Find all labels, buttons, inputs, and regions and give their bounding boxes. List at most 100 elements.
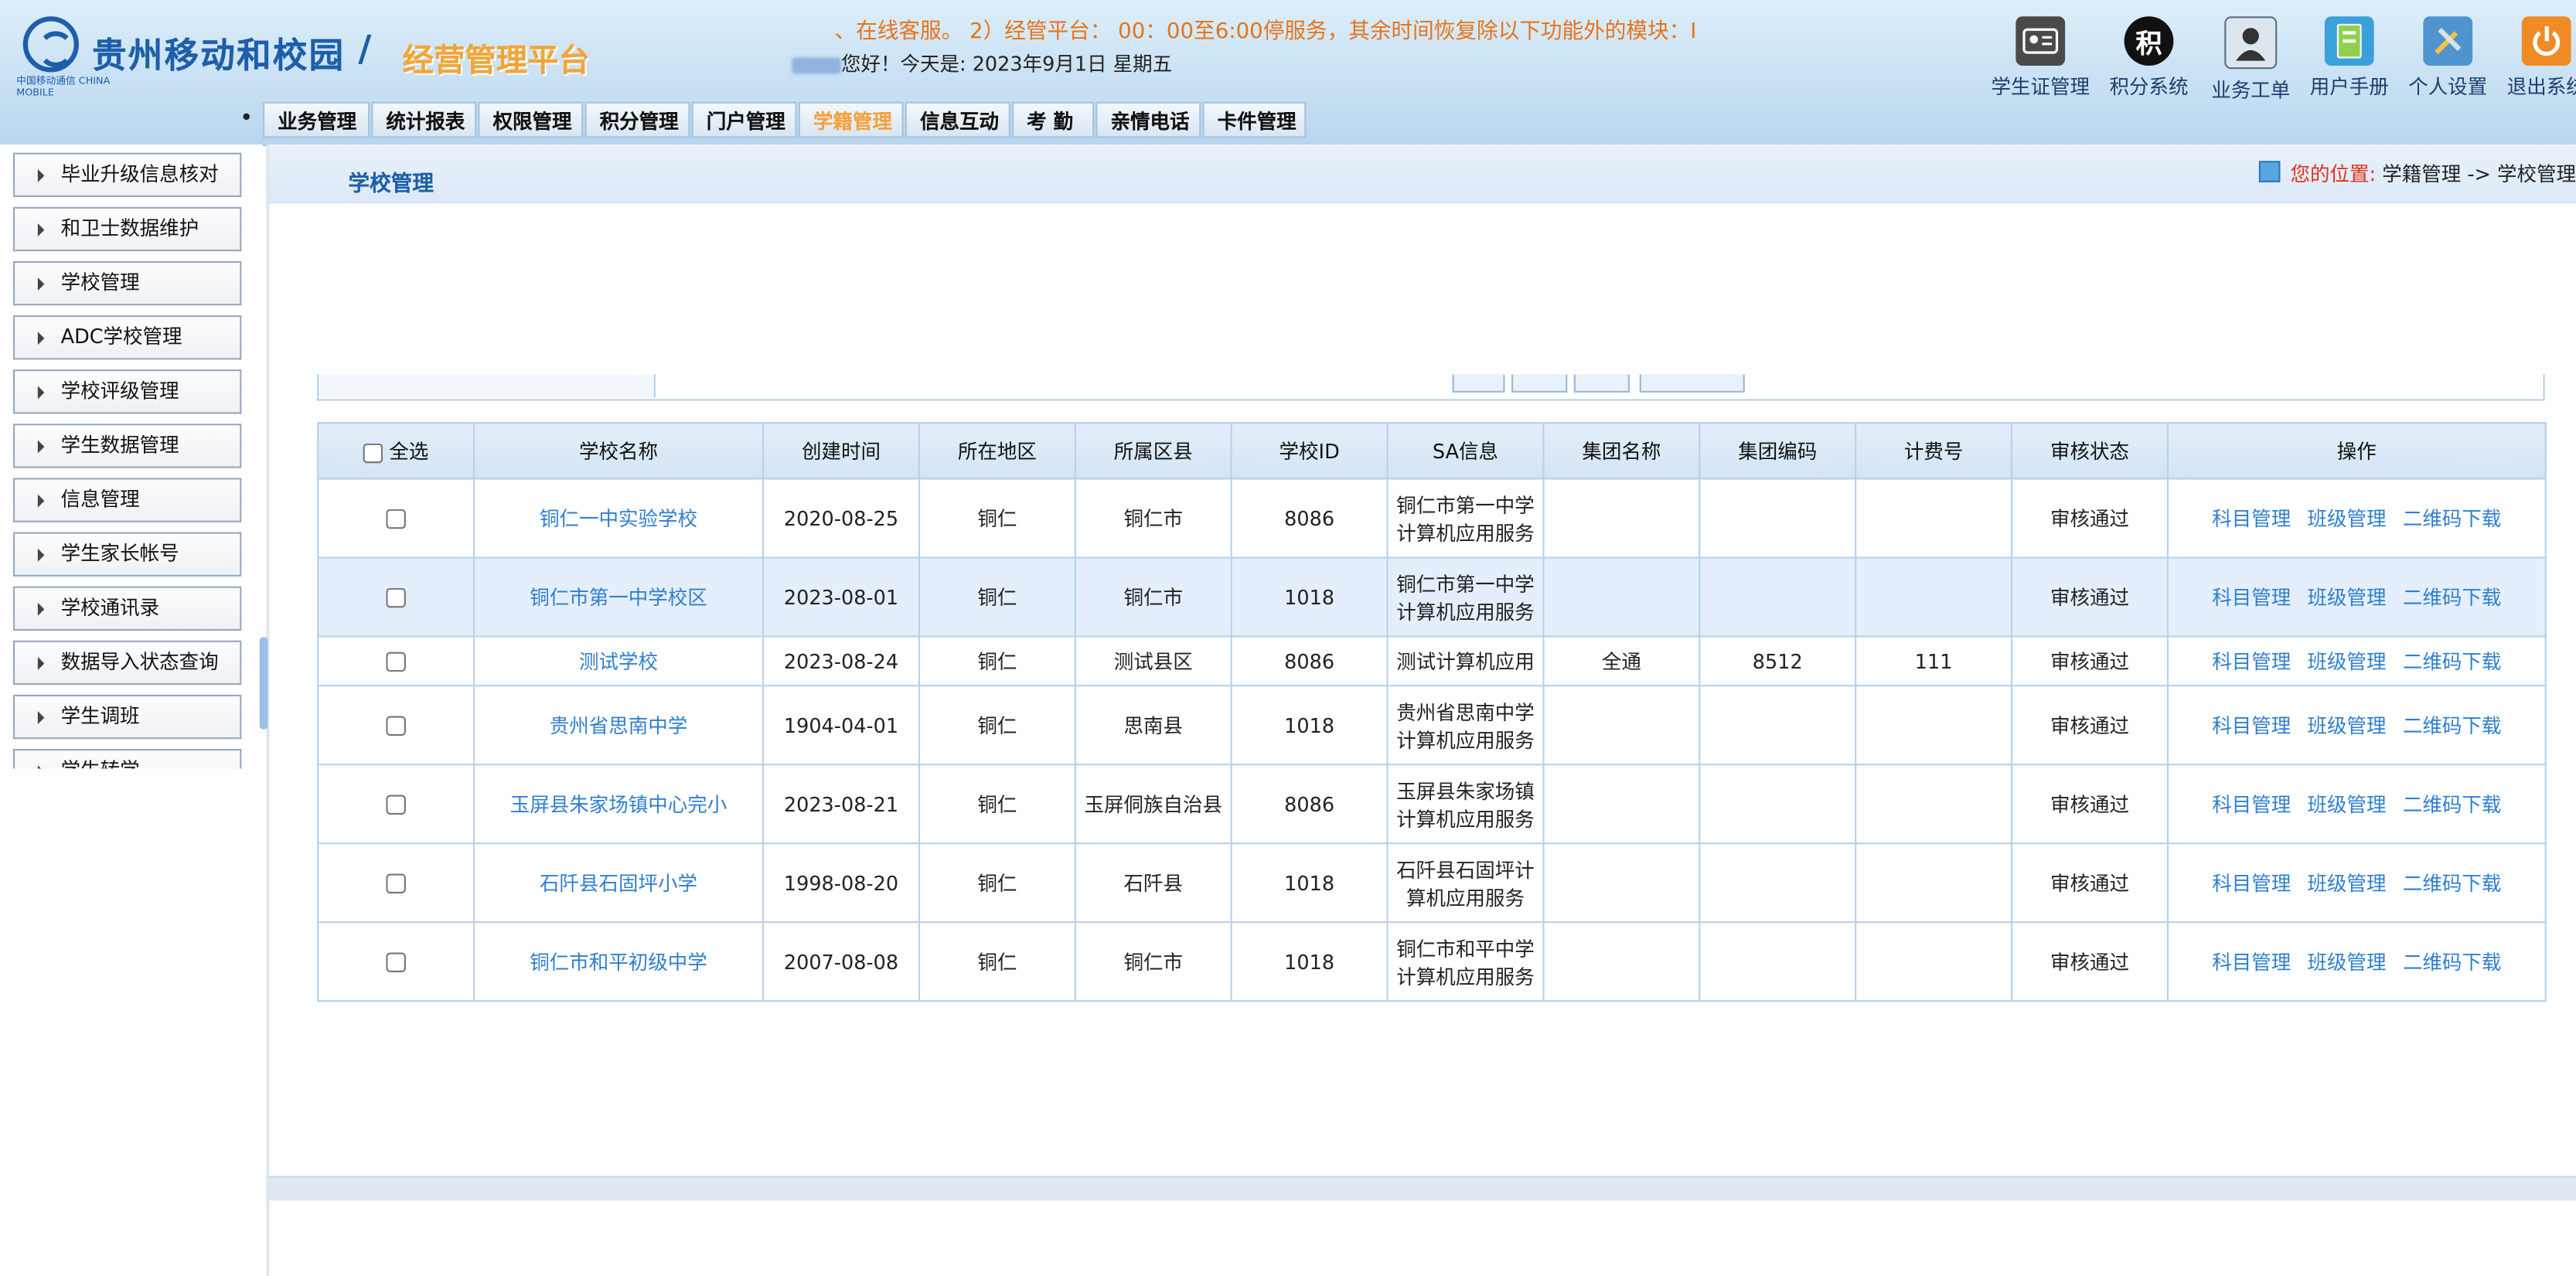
row-select-cell[interactable] — [318, 922, 474, 1001]
subject-management-link[interactable]: 科目管理 — [2212, 508, 2291, 531]
table-row[interactable]: 玉屏县朱家场镇中心完小2023-08-21铜仁玉屏侗族自治县8086玉屏县朱家场… — [318, 764, 2546, 843]
row-checkbox[interactable] — [386, 716, 406, 737]
sidebar-item-school-contacts[interactable]: 学校通讯录 — [13, 587, 241, 631]
school-name-cell[interactable]: 石阡县石固坪小学 — [474, 843, 763, 922]
school-name-cell[interactable]: 测试学校 — [474, 636, 763, 686]
row-select-cell[interactable] — [318, 557, 474, 636]
row-checkbox[interactable] — [386, 588, 406, 608]
select-all-checkbox[interactable] — [363, 443, 383, 463]
work-order-link[interactable]: 业务工单 — [2202, 16, 2301, 104]
qr-download-link[interactable]: 二维码下载 — [2403, 714, 2502, 737]
school-name-link[interactable]: 石阡县石固坪小学 — [540, 872, 697, 895]
sidebar-item-student-class-transfer[interactable]: 学生调班 — [13, 695, 241, 739]
school-name-link[interactable]: 铜仁市第一中学校区 — [530, 587, 707, 610]
nav-permission-management[interactable]: 权限管理• — [478, 102, 583, 138]
table-row[interactable]: 铜仁一中实验学校2020-08-25铜仁铜仁市8086铜仁市第一中学计算机应用服… — [318, 478, 2546, 557]
edit-button[interactable] — [1511, 375, 1567, 393]
row-select-cell[interactable] — [318, 478, 474, 557]
export-button[interactable] — [1640, 375, 1745, 393]
nav-card-management[interactable]: 卡件管理 — [1203, 102, 1307, 138]
subject-management-link[interactable]: 科目管理 — [2212, 793, 2291, 816]
nav-portal-management[interactable]: 门户管理• — [692, 102, 797, 138]
subject-management-link[interactable]: 科目管理 — [2212, 587, 2291, 610]
class-management-link[interactable]: 班级管理 — [2308, 651, 2387, 674]
add-button[interactable] — [1453, 375, 1505, 393]
school-name-link[interactable]: 贵州省思南中学 — [550, 714, 688, 737]
school-id-cell: 1018 — [1232, 686, 1388, 764]
query-tab[interactable] — [319, 375, 656, 398]
nav-family-phone[interactable]: 亲情电话• — [1095, 102, 1201, 138]
qr-download-link[interactable]: 二维码下载 — [2403, 587, 2502, 610]
sidebar-item-guardian-data[interactable]: 和卫士数据维护 — [13, 207, 241, 251]
qr-download-link[interactable]: 二维码下载 — [2403, 651, 2502, 674]
row-checkbox[interactable] — [386, 874, 406, 894]
school-name-cell[interactable]: 铜仁市第一中学校区 — [474, 557, 763, 636]
table-row[interactable]: 测试学校2023-08-24铜仁测试县区8086测试计算机应用全通8512111… — [318, 636, 2546, 686]
class-management-link[interactable]: 班级管理 — [2308, 508, 2387, 531]
school-name-cell[interactable]: 铜仁一中实验学校 — [474, 478, 763, 557]
row-select-cell[interactable] — [318, 686, 474, 764]
nav-statistics-report[interactable]: 统计报表• — [371, 102, 476, 138]
created-date-cell: 2020-08-25 — [763, 478, 919, 557]
sidebar-item-parent-account[interactable]: 学生家长帐号 — [13, 533, 241, 577]
personal-settings-link[interactable]: 个人设置 — [2399, 16, 2498, 100]
sidebar-item-student-school-transfer[interactable]: 学生转学 — [13, 749, 241, 769]
group-name-cell: 全通 — [1543, 636, 1699, 686]
select-all-header[interactable]: 全选 — [318, 423, 474, 478]
qr-download-link[interactable]: 二维码下载 — [2403, 793, 2502, 816]
nav-business-management[interactable]: 业务管理• — [263, 102, 370, 138]
school-name-cell[interactable]: 贵州省思南中学 — [474, 686, 763, 764]
school-name-link[interactable]: 铜仁市和平初级中学 — [530, 951, 707, 974]
row-checkbox[interactable] — [386, 652, 406, 672]
row-checkbox[interactable] — [386, 509, 406, 529]
school-name-link[interactable]: 铜仁一中实验学校 — [540, 508, 697, 531]
table-row[interactable]: 铜仁市和平初级中学2007-08-08铜仁铜仁市1018铜仁市和平中学计算机应用… — [318, 922, 2546, 1001]
county-cell: 测试县区 — [1075, 636, 1232, 686]
row-checkbox[interactable] — [386, 953, 406, 973]
class-management-link[interactable]: 班级管理 — [2308, 951, 2387, 974]
school-name-link[interactable]: 测试学校 — [579, 651, 658, 674]
school-name-link[interactable]: 玉屏县朱家场镇中心完小 — [510, 793, 727, 816]
nav-attendance[interactable]: 考 勤 • — [1012, 102, 1094, 138]
subject-management-link[interactable]: 科目管理 — [2212, 872, 2291, 895]
sidebar-item-info-management[interactable]: 信息管理 — [13, 478, 241, 522]
row-select-cell[interactable] — [318, 636, 474, 686]
user-manual-link[interactable]: 用户手册 — [2300, 16, 2399, 100]
row-select-cell[interactable] — [318, 764, 474, 843]
sidebar-collapse-handle[interactable] — [260, 638, 268, 730]
class-management-link[interactable]: 班级管理 — [2308, 872, 2387, 895]
qr-download-link[interactable]: 二维码下载 — [2403, 951, 2502, 974]
points-system-link[interactable]: 积 积分系统 — [2100, 16, 2199, 100]
table-row[interactable]: 铜仁市第一中学校区2023-08-01铜仁铜仁市1018铜仁市第一中学计算机应用… — [318, 557, 2546, 636]
qr-download-link[interactable]: 二维码下载 — [2403, 872, 2502, 895]
class-management-link[interactable]: 班级管理 — [2308, 587, 2387, 610]
class-management-link[interactable]: 班级管理 — [2308, 793, 2387, 816]
row-select-cell[interactable] — [318, 843, 474, 922]
nav-points-management[interactable]: 积分管理• — [585, 102, 690, 138]
sa-info-cell: 铜仁市第一中学计算机应用服务 — [1388, 557, 1544, 636]
subject-management-link[interactable]: 科目管理 — [2212, 714, 2291, 737]
qr-download-link[interactable]: 二维码下载 — [2403, 508, 2502, 531]
sidebar-item-school-management[interactable]: 学校管理 — [13, 261, 241, 305]
sidebar-item-import-status[interactable]: 数据导入状态查询 — [13, 641, 241, 685]
subject-management-link[interactable]: 科目管理 — [2212, 651, 2291, 674]
sidebar-item-school-rating[interactable]: 学校评级管理 — [13, 369, 241, 413]
table-row[interactable]: 石阡县石固坪小学1998-08-20铜仁石阡县1018石阡县石固坪计算机应用服务… — [318, 843, 2546, 922]
logout-link[interactable]: 退出系统 — [2497, 16, 2576, 100]
student-card-management-link[interactable]: 学生证管理 — [1992, 16, 2090, 100]
sidebar-item-student-data[interactable]: 学生数据管理 — [13, 424, 241, 468]
table-header-row: 全选 学校名称 创建时间 所在地区 所属区县 学校ID SA信息 集团名称 集团… — [318, 423, 2546, 478]
school-name-cell[interactable]: 铜仁市和平初级中学 — [474, 922, 763, 1001]
table-row[interactable]: 贵州省思南中学1904-04-01铜仁思南县1018贵州省思南中学计算机应用服务… — [318, 686, 2546, 764]
points-icon: 积 — [2125, 16, 2174, 66]
sidebar-item-graduation-check[interactable]: 毕业升级信息核对 — [13, 153, 241, 197]
nav-student-status-management[interactable]: 学籍管理• — [799, 102, 904, 138]
column-header: 所属区县 — [1075, 423, 1232, 478]
row-checkbox[interactable] — [386, 795, 406, 815]
school-name-cell[interactable]: 玉屏县朱家场镇中心完小 — [474, 764, 763, 843]
class-management-link[interactable]: 班级管理 — [2308, 714, 2387, 737]
nav-info-interaction[interactable]: 信息互动• — [905, 102, 1010, 138]
sidebar-item-adc-school[interactable]: ADC学校管理 — [13, 315, 241, 359]
subject-management-link[interactable]: 科目管理 — [2212, 951, 2291, 974]
delete-button[interactable] — [1574, 375, 1630, 393]
